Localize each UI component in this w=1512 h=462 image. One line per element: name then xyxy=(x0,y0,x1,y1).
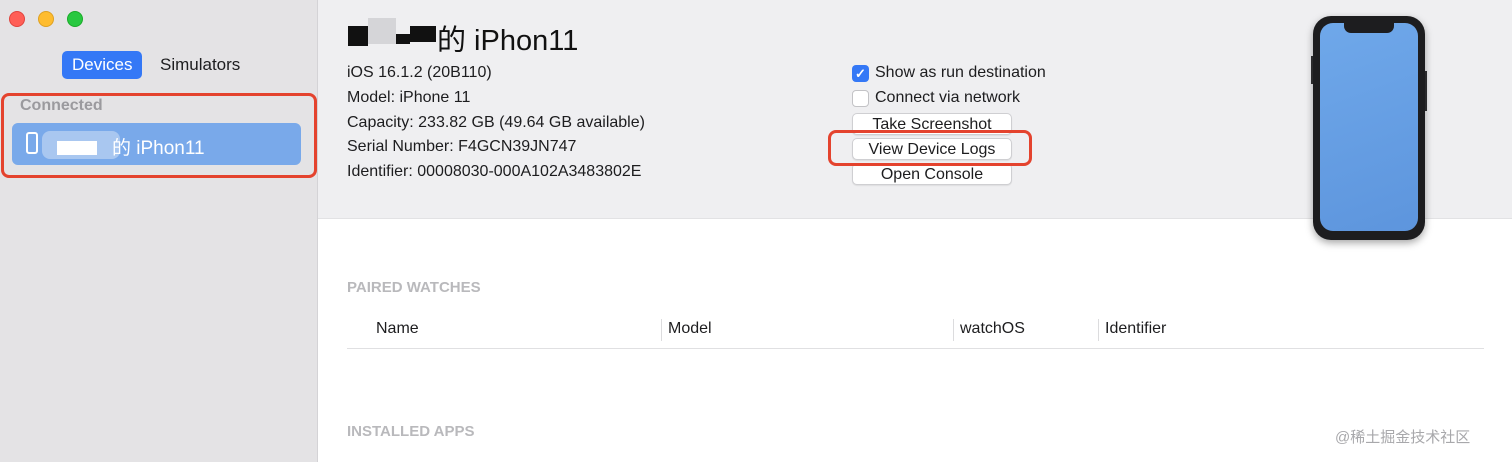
table-header-divider xyxy=(347,348,1484,349)
redacted-title-block xyxy=(410,26,436,42)
connect-via-network-label: Connect via network xyxy=(875,89,1020,106)
column-divider[interactable] xyxy=(661,319,662,341)
iphone-device-image xyxy=(1311,16,1427,240)
column-header-model[interactable]: Model xyxy=(668,320,712,338)
show-run-destination-label: Show as run destination xyxy=(875,64,1046,81)
redacted-title-block xyxy=(348,26,368,46)
column-header-name[interactable]: Name xyxy=(376,320,419,338)
sidebar: Devices Simulators Connected 的 iPhon11 xyxy=(0,0,318,462)
highlight-box-logs xyxy=(828,130,1032,166)
installed-apps-heading: INSTALLED APPS xyxy=(347,423,475,440)
device-model: Model: iPhone 11 xyxy=(347,89,471,106)
watermark: @稀土掘金技术社区 xyxy=(1335,429,1471,446)
column-header-watchos[interactable]: watchOS xyxy=(960,320,1025,338)
zoom-window-button[interactable] xyxy=(67,11,83,27)
checkmark-icon: ✓ xyxy=(855,66,866,81)
tab-simulators[interactable]: Simulators xyxy=(150,51,250,79)
column-header-identifier[interactable]: Identifier xyxy=(1105,320,1166,338)
device-identifier: Identifier: 00008030-000A102A3483802E xyxy=(347,163,642,180)
redacted-title-block xyxy=(396,34,410,44)
minimize-window-button[interactable] xyxy=(38,11,54,27)
open-console-button[interactable]: Open Console xyxy=(852,163,1012,185)
paired-watches-heading: PAIRED WATCHES xyxy=(347,279,481,296)
device-serial-number: Serial Number: F4GCN39JN747 xyxy=(347,138,577,155)
column-divider[interactable] xyxy=(953,319,954,341)
close-window-button[interactable] xyxy=(9,11,25,27)
phone-side-button xyxy=(1311,56,1313,84)
tab-devices[interactable]: Devices xyxy=(62,51,143,79)
phone-screen xyxy=(1320,23,1418,231)
connect-via-network-checkbox[interactable] xyxy=(852,90,869,107)
device-capacity: Capacity: 233.82 GB (49.64 GB available) xyxy=(347,114,645,131)
phone-notch xyxy=(1344,23,1394,33)
column-divider[interactable] xyxy=(1098,319,1099,341)
device-ios-version: iOS 16.1.2 (20B110) xyxy=(347,64,492,81)
show-run-destination-checkbox[interactable]: ✓ xyxy=(852,65,869,82)
highlight-box-device xyxy=(1,93,317,178)
redacted-title-block xyxy=(368,18,396,44)
phone-side-button xyxy=(1425,71,1427,111)
device-title: 的 iPhon11 xyxy=(437,25,579,57)
